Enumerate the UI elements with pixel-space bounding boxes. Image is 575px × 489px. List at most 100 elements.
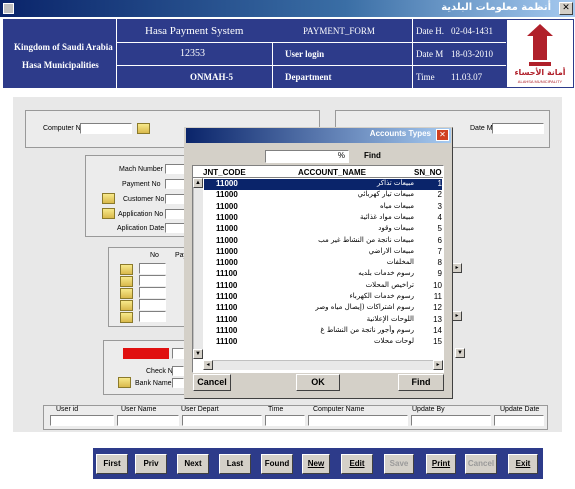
window-title: أنظمة معلومات البلدية (441, 2, 551, 13)
audit-update-date-label: Update Date (500, 406, 540, 413)
grid-row5-no[interactable] (139, 311, 166, 322)
grid-row1-no[interactable] (139, 263, 166, 274)
date-m-form-label: Date M. (470, 125, 495, 132)
dialog-find-label: Find (364, 151, 381, 160)
grid-scroll-up-button[interactable]: ▸ (452, 263, 462, 273)
list-item[interactable]: 11000 مبيعات تيار كهربائي 2 (204, 190, 442, 201)
list-item[interactable]: 11000 مبيعات ناتجة من النشاط غير مب 6 (204, 236, 442, 247)
dropdown-arrow-icon[interactable]: ▼ (455, 348, 465, 358)
account-code: 11100 (216, 280, 238, 290)
bank-name-field[interactable] (172, 378, 184, 388)
computer-no-label: Computer No (43, 125, 85, 132)
last-button[interactable]: Last (219, 454, 251, 474)
dialog-cancel-button[interactable]: Cancel (193, 374, 231, 391)
grid-row2-no[interactable] (139, 275, 166, 286)
account-sn: 12 (433, 303, 442, 313)
date-m-form-field[interactable] (492, 123, 544, 134)
application-date-field[interactable] (165, 223, 185, 233)
date-m-value: 18-03-2010 (451, 49, 493, 59)
list-horizontal-scrollbar[interactable] (203, 360, 443, 370)
save-button[interactable]: Save (384, 454, 414, 474)
cancel-button[interactable]: Cancel (465, 454, 497, 474)
list-item[interactable]: 11100 رسوم خدمات الكهرباء 11 (204, 292, 442, 303)
audit-computer-name-label: Computer Name (313, 406, 365, 413)
mach-number-field[interactable] (165, 164, 185, 174)
window-close-button[interactable]: ✕ (559, 2, 573, 15)
account-name: اللوحات الإعلانية (366, 314, 414, 323)
dialog-find-button[interactable]: Find (398, 374, 444, 391)
payment-status-field[interactable] (172, 348, 184, 359)
grid-row4-no[interactable] (139, 299, 166, 310)
list-vertical-scrollbar[interactable] (193, 178, 203, 359)
check-no-field[interactable] (172, 366, 184, 376)
payment-no-field[interactable] (165, 179, 185, 189)
grid-row3-icon[interactable] (120, 288, 133, 299)
print-button[interactable]: Print (426, 454, 456, 474)
account-name: رسوم خدمات بلديه (358, 269, 414, 278)
list-item[interactable]: 11100 اللوحات الإعلانية 13 (204, 315, 442, 326)
grid-row5-icon[interactable] (120, 312, 133, 323)
column-header-code: JNT_CODE (203, 168, 246, 177)
list-item[interactable]: 11000 مبيعات مياه 3 (204, 202, 442, 213)
grid-row2-icon[interactable] (120, 276, 133, 287)
list-item[interactable]: 11100 رسوم وأجور ناتجة من النشاط غ 14 (204, 326, 442, 337)
account-sn: 2 (437, 190, 442, 200)
previous-button[interactable]: Priv (135, 454, 167, 474)
grid-scroll-down-button[interactable]: ▸ (452, 311, 462, 321)
list-item[interactable]: 11000 المخلفات 8 (204, 258, 442, 269)
list-item[interactable]: 11000 مبيعات مواد غذائية 4 (204, 213, 442, 224)
account-name: مبيعات الاراضي (368, 246, 414, 255)
list-item[interactable]: 11100 رسوم خدمات بلديه 9 (204, 269, 442, 280)
account-sn: 8 (437, 258, 442, 268)
grid-row3-no[interactable] (139, 287, 166, 298)
new-button[interactable]: New (302, 454, 330, 474)
account-code: 11100 (216, 303, 238, 313)
audit-user-id-label: User id (56, 406, 79, 413)
dialog-ok-button[interactable]: OK (296, 374, 340, 391)
found-button[interactable]: Found (261, 454, 293, 474)
user-code: 12353 (180, 48, 205, 59)
audit-time-field (265, 415, 305, 426)
next-button[interactable]: Next (177, 454, 209, 474)
system-name: Hasa Payment System (145, 25, 244, 37)
application-no-lookup-icon[interactable] (102, 208, 115, 219)
list-scroll-right-icon[interactable]: ▸ (433, 360, 443, 370)
dialog-search-input[interactable]: % (265, 150, 349, 163)
list-scroll-left-icon[interactable]: ◂ (203, 360, 213, 370)
account-code: 11100 (216, 337, 238, 347)
account-name: رسوم اشتراكات (إيصال مياه وصر (315, 303, 414, 312)
grid-row1-icon[interactable] (120, 264, 133, 275)
computer-no-field[interactable] (80, 123, 132, 134)
list-item[interactable]: 11000 مبيعات الاراضي 7 (204, 247, 442, 258)
account-code: 11000 (216, 179, 238, 188)
edit-button[interactable]: Edit (341, 454, 373, 474)
terminal-name: ONMAH-5 (190, 72, 233, 82)
account-sn: 14 (433, 325, 442, 335)
grid-row4-icon[interactable] (120, 300, 133, 311)
audit-update-by-field (411, 415, 491, 426)
list-item[interactable]: 11000 مبيعات تذاكر 1 (204, 179, 442, 190)
audit-user-name-field (117, 415, 179, 426)
list-scroll-down-icon[interactable]: ▼ (193, 349, 203, 359)
list-item[interactable]: 11100 رسوم اشتراكات (إيصال مياه وصر 12 (204, 303, 442, 314)
list-item[interactable]: 11000 مبيعات وقود 5 (204, 224, 442, 235)
list-scroll-up-icon[interactable]: ▲ (193, 178, 203, 188)
audit-computer-name-field (308, 415, 408, 426)
date-m-label: Date M (416, 49, 444, 59)
list-item[interactable]: 11100 تراخيص المحلات 10 (204, 281, 442, 292)
computer-no-lookup-icon[interactable] (137, 123, 150, 134)
list-item[interactable]: 11100 لوحات محلات 15 (204, 337, 442, 348)
application-no-field[interactable] (165, 209, 185, 219)
account-name: مبيعات مواد غذائية (359, 212, 414, 221)
dialog-close-button[interactable]: ✕ (436, 129, 449, 141)
bank-name-lookup-icon[interactable] (118, 377, 131, 388)
customer-no-field[interactable] (165, 194, 185, 204)
column-header-name: ACCOUNT_NAME (298, 168, 366, 177)
account-name: لوحات محلات (373, 337, 414, 346)
customer-no-lookup-icon[interactable] (102, 193, 115, 204)
exit-button[interactable]: Exit (508, 454, 538, 474)
window-titlebar: أنظمة معلومات البلدية ✕ (0, 0, 575, 17)
payment-status-indicator (123, 348, 169, 359)
first-button[interactable]: First (96, 454, 128, 474)
account-code: 11100 (216, 269, 238, 279)
